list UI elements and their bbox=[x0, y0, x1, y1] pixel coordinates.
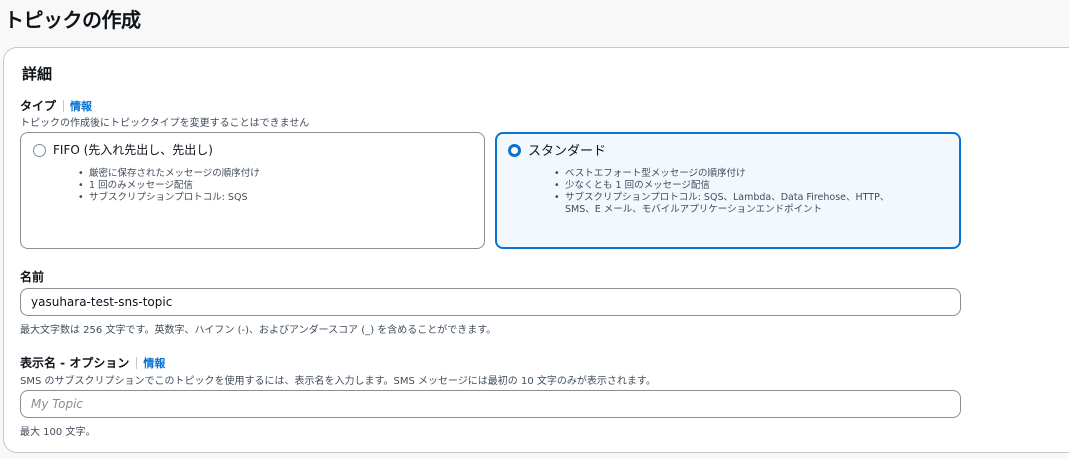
type-label-row: タイプ 情報 bbox=[20, 97, 92, 114]
list-item: SMS、E メール、モバイルアプリケーションエンドポイント bbox=[565, 204, 823, 215]
standard-radio-button[interactable] bbox=[508, 144, 521, 157]
fifo-feature-list: 厳密に保存されたメッセージの順序付け 1 回のみメッセージ配信 サブスクリプショ… bbox=[75, 168, 260, 204]
type-description: トピックの作成後にトピックタイプを変更することはできません bbox=[20, 118, 310, 129]
type-info-link[interactable]: 情報 bbox=[70, 98, 92, 114]
list-item: サブスクリプションプロトコル: SQS、Lambda、Data Firehose… bbox=[554, 192, 889, 204]
fifo-radio-button[interactable] bbox=[33, 144, 46, 157]
details-panel: 詳細 タイプ 情報 トピックの作成後にトピックタイプを変更することはできません … bbox=[3, 47, 1069, 453]
fifo-option-title: FIFO (先入れ先出し、先出し) bbox=[53, 143, 213, 157]
list-item: ベストエフォート型メッセージの順序付け bbox=[554, 168, 889, 180]
name-label-row: 名前 bbox=[20, 268, 44, 285]
standard-option-tile[interactable]: スタンダード ベストエフォート型メッセージの順序付け 少なくとも 1 回のメッセ… bbox=[495, 132, 961, 249]
section-title: 詳細 bbox=[22, 65, 53, 83]
list-item: 1 回のみメッセージ配信 bbox=[78, 180, 260, 192]
fifo-option-tile[interactable]: FIFO (先入れ先出し、先出し) 厳密に保存されたメッセージの順序付け 1 回… bbox=[20, 132, 485, 249]
list-item: 厳密に保存されたメッセージの順序付け bbox=[78, 168, 260, 180]
type-label: タイプ bbox=[20, 99, 57, 113]
display-name-label: 表示名 - オプション bbox=[20, 356, 130, 370]
display-name-label-row: 表示名 - オプション 情報 bbox=[20, 354, 165, 371]
standard-feature-list: ベストエフォート型メッセージの順序付け 少なくとも 1 回のメッセージ配信 サブ… bbox=[551, 168, 889, 216]
divider bbox=[136, 356, 138, 369]
standard-option-title: スタンダード bbox=[528, 144, 607, 159]
name-constraint-text: 最大文字数は 256 文字です。英数字、ハイフン (-)、およびアンダースコア … bbox=[20, 325, 497, 336]
display-name-description: SMS のサブスクリプションでこのトピックを使用するには、表示名を入力します。S… bbox=[20, 376, 656, 387]
page-title: トピックの作成 bbox=[4, 8, 141, 32]
display-name-constraint-text: 最大 100 文字。 bbox=[20, 427, 96, 438]
list-item: サブスクリプションプロトコル: SQS bbox=[78, 192, 260, 204]
list-item: 少なくとも 1 回のメッセージ配信 bbox=[554, 180, 889, 192]
display-name-info-link[interactable]: 情報 bbox=[143, 355, 165, 371]
display-name-input[interactable] bbox=[20, 390, 961, 418]
name-input[interactable] bbox=[20, 288, 961, 316]
divider bbox=[63, 99, 65, 112]
name-label: 名前 bbox=[20, 270, 45, 284]
